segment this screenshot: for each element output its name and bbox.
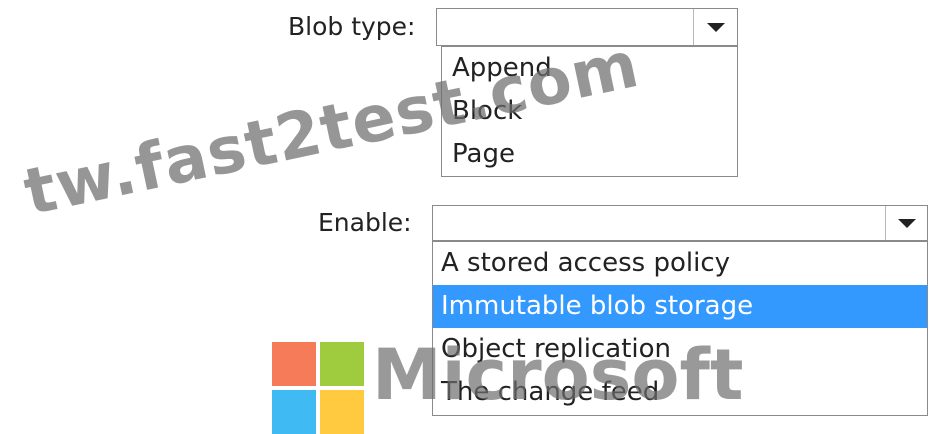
chevron-down-icon[interactable] (693, 9, 737, 45)
option-block[interactable]: Block (442, 90, 737, 133)
option-stored-access-policy[interactable]: A stored access policy (433, 242, 927, 285)
logo-square-green (320, 342, 364, 386)
option-object-replication[interactable]: Object replication (433, 328, 927, 371)
option-immutable-blob-storage[interactable]: Immutable blob storage (433, 285, 927, 328)
enable-label: Enable: (318, 208, 412, 237)
chevron-down-icon[interactable] (885, 206, 927, 240)
logo-square-red (272, 342, 316, 386)
enable-options-list: A stored access policy Immutable blob st… (432, 241, 928, 416)
blob-type-options-list: Append Block Page (441, 46, 738, 177)
option-append[interactable]: Append (442, 47, 737, 90)
blob-type-select[interactable] (436, 8, 738, 46)
logo-square-blue (272, 390, 316, 434)
enable-select[interactable] (432, 205, 928, 241)
option-page[interactable]: Page (442, 133, 737, 176)
blob-type-label: Blob type: (288, 12, 416, 41)
option-change-feed[interactable]: The change feed (433, 371, 927, 414)
logo-square-yellow (320, 390, 364, 434)
microsoft-logo-icon (272, 342, 364, 434)
